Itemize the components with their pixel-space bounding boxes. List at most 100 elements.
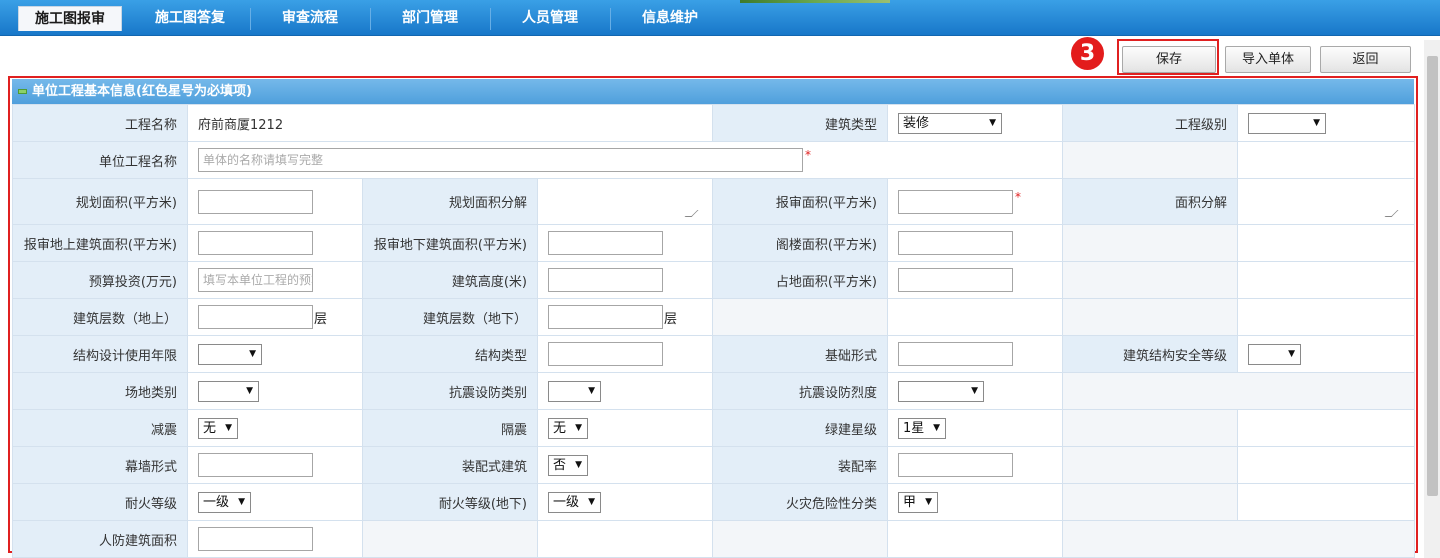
- plan-area-split-textarea[interactable]: [548, 184, 699, 220]
- plan-area-label: 规划面积(平方米): [12, 178, 188, 225]
- required-mark: *: [805, 148, 811, 162]
- curtain-wall-input[interactable]: [198, 453, 313, 477]
- chevron-down-icon: ▼: [575, 459, 582, 470]
- above-ground-area-input[interactable]: [198, 231, 313, 255]
- seismic-category-select[interactable]: ▼: [548, 380, 601, 402]
- fire-grade-select[interactable]: 一级 ▼: [198, 491, 251, 513]
- area-split-textarea[interactable]: [1248, 184, 1399, 220]
- back-button[interactable]: 返回: [1320, 46, 1411, 73]
- damping-label: 减震: [12, 409, 188, 447]
- collapse-icon[interactable]: [18, 89, 27, 94]
- chevron-down-icon: ▼: [1288, 348, 1296, 359]
- damping-select[interactable]: 无 ▼: [198, 417, 238, 439]
- seismic-category-cell: ▼: [536, 372, 714, 410]
- seismic-intensity-select[interactable]: ▼: [898, 380, 985, 402]
- floors-above-cell: 层: [187, 298, 363, 336]
- chevron-down-icon: ▼: [1313, 117, 1321, 128]
- floors-above-label: 建筑层数（地上）: [12, 298, 188, 336]
- floor-unit-label: 层: [314, 311, 328, 327]
- plan-area-input[interactable]: [198, 189, 313, 214]
- review-area-input[interactable]: [898, 189, 1014, 214]
- resize-grip-icon[interactable]: [684, 209, 699, 217]
- tab-drawing-reply[interactable]: 施工图答复: [134, 6, 246, 31]
- fire-grade-under-select[interactable]: 一级 ▼: [548, 491, 601, 513]
- tab-department-management[interactable]: 部门管理: [374, 6, 486, 31]
- panel-header[interactable]: 单位工程基本信息(红色星号为必填项): [12, 79, 1414, 104]
- empty-cell: [1062, 261, 1239, 299]
- safety-grade-cell: ▼: [1237, 335, 1416, 373]
- prefab-rate-input[interactable]: [898, 453, 1014, 477]
- foundation-cell: [887, 335, 1064, 373]
- fire-grade-under-label: 耐火等级(地下): [362, 483, 538, 521]
- seismic-intensity-label: 抗震设防烈度: [712, 372, 889, 410]
- empty-cell: [712, 298, 889, 336]
- floors-below-cell: 层: [536, 298, 714, 336]
- chevron-down-icon: ▼: [575, 422, 582, 433]
- land-area-input[interactable]: [898, 268, 1014, 292]
- floors-above-input[interactable]: [198, 305, 313, 329]
- project-level-select[interactable]: ▼: [1248, 112, 1327, 134]
- tab-separator: [610, 8, 611, 30]
- project-name-label: 工程名称: [12, 104, 188, 142]
- chevron-down-icon: ▼: [249, 348, 256, 359]
- building-type-select[interactable]: 装修 ▼: [898, 112, 1003, 134]
- foundation-input[interactable]: [898, 342, 1014, 366]
- chevron-down-icon: ▼: [971, 385, 979, 396]
- safety-grade-label: 建筑结构安全等级: [1062, 335, 1239, 373]
- save-button[interactable]: 保存: [1122, 46, 1216, 73]
- damping-value: 无: [203, 420, 217, 436]
- site-category-select[interactable]: ▼: [198, 380, 259, 402]
- review-area-cell: *: [887, 178, 1064, 225]
- fire-hazard-label: 火灾危险性分类: [712, 483, 889, 521]
- building-type-cell: 装修 ▼: [887, 104, 1064, 142]
- area-split-cell: [1237, 178, 1416, 225]
- tab-separator: [370, 8, 371, 30]
- project-level-cell: ▼: [1237, 104, 1416, 142]
- tab-info-maintenance[interactable]: 信息维护: [614, 6, 726, 31]
- tab-separator: [490, 8, 491, 30]
- chevron-down-icon: ▼: [246, 385, 253, 396]
- attic-area-input[interactable]: [898, 231, 1014, 255]
- empty-cell: [1237, 446, 1416, 484]
- tab-personnel-management[interactable]: 人员管理: [494, 6, 606, 31]
- building-height-input[interactable]: [548, 268, 663, 292]
- safety-grade-select[interactable]: ▼: [1248, 343, 1302, 365]
- building-height-label: 建筑高度(米): [362, 261, 538, 299]
- tab-review-process[interactable]: 审查流程: [254, 6, 366, 31]
- resize-grip-icon[interactable]: [1384, 209, 1399, 217]
- civil-defense-cell: [187, 520, 363, 558]
- review-area-label: 报审面积(平方米): [712, 178, 889, 225]
- attic-area-cell: [887, 224, 1064, 262]
- import-unit-button[interactable]: 导入单体: [1225, 46, 1311, 73]
- floors-below-input[interactable]: [548, 305, 663, 329]
- fire-grade-label: 耐火等级: [12, 483, 188, 521]
- isolation-select[interactable]: 无 ▼: [548, 417, 588, 439]
- floors-below-label: 建筑层数（地下）: [362, 298, 538, 336]
- under-ground-area-input[interactable]: [548, 231, 663, 255]
- scrollbar-thumb[interactable]: [1427, 56, 1438, 496]
- site-category-cell: ▼: [187, 372, 363, 410]
- empty-cell: [1237, 483, 1416, 521]
- civil-defense-input[interactable]: [198, 527, 313, 551]
- tab-separator: [250, 8, 251, 30]
- fire-hazard-select[interactable]: 甲 ▼: [898, 491, 939, 513]
- unit-name-input[interactable]: 单体的名称请填写完整: [198, 148, 803, 172]
- design-life-label: 结构设计使用年限: [12, 335, 188, 373]
- empty-cell: [1062, 224, 1239, 262]
- building-type-value: 装修: [903, 115, 930, 131]
- project-level-label: 工程级别: [1062, 104, 1239, 142]
- civil-defense-label: 人防建筑面积: [12, 520, 188, 558]
- design-life-cell: ▼: [187, 335, 363, 373]
- green-level-select[interactable]: 1星 ▼: [898, 417, 947, 439]
- structure-type-cell: [536, 335, 714, 373]
- prefab-rate-label: 装配率: [712, 446, 889, 484]
- structure-type-input[interactable]: [548, 342, 663, 366]
- tab-drawing-submission[interactable]: 施工图报审: [18, 6, 122, 31]
- budget-input[interactable]: 填写本单位工程的预算投资: [198, 268, 313, 292]
- above-ground-area-label: 报审地上建筑面积(平方米): [12, 224, 188, 262]
- prefab-select[interactable]: 否 ▼: [548, 454, 588, 476]
- chevron-down-icon: ▼: [925, 496, 933, 507]
- empty-cell: [1062, 409, 1239, 447]
- empty-cell: [1237, 409, 1416, 447]
- design-life-select[interactable]: ▼: [198, 343, 262, 365]
